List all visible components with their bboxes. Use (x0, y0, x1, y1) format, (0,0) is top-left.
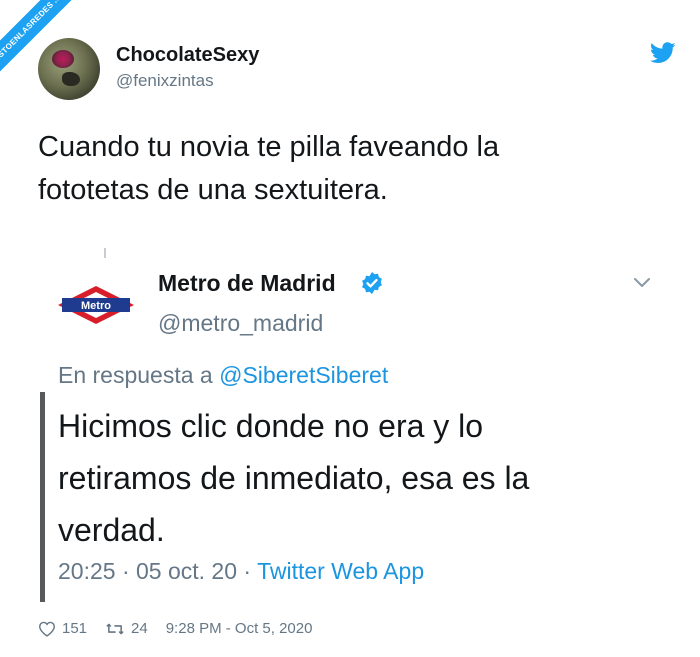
author-display-name[interactable]: ChocolateSexy (116, 44, 259, 67)
avatar[interactable] (38, 38, 100, 100)
twitter-bird-icon[interactable] (650, 42, 676, 64)
reply-context: En respuesta a @SiberetSiberet (58, 362, 388, 389)
embedded-tweet-text: Hicimos clic donde no era y lo retiramos… (58, 408, 530, 548)
chevron-down-icon[interactable] (632, 276, 652, 290)
author-handle[interactable]: @fenixzintas (116, 71, 214, 91)
tweet-footer: 151 24 9:28 PM - Oct 5, 2020 (38, 620, 330, 637)
like-count: 151 (62, 620, 88, 637)
quote-bar (40, 392, 45, 602)
tweet-card: ChocolateSexy @fenixzintas Cuando tu nov… (8, 8, 692, 649)
embedded-display-name[interactable]: Metro de Madrid (158, 270, 336, 297)
tweet-header: ChocolateSexy @fenixzintas (38, 38, 678, 102)
embedded-time-date: 20:25 · 05 oct. 20 · (58, 558, 252, 584)
retweet-count: 24 (131, 620, 148, 637)
timestamp[interactable]: 9:28 PM - Oct 5, 2020 (166, 620, 313, 637)
reply-mention-link[interactable]: @SiberetSiberet (219, 362, 388, 388)
divider-tick (104, 248, 106, 258)
like-stat[interactable]: 151 (38, 620, 87, 637)
timestamp-text[interactable]: 9:28 PM - Oct 5, 2020 (166, 620, 313, 637)
tweet-text: Cuando tu novia te pilla faveando la fot… (38, 131, 500, 206)
avatar-beak (62, 72, 80, 86)
heart-icon[interactable] (38, 621, 56, 637)
reply-prefix: En respuesta a (58, 362, 213, 388)
embedded-handle[interactable]: @metro_madrid (158, 310, 323, 337)
retweet-icon[interactable] (105, 621, 125, 637)
embedded-meta: 20:25 · 05 oct. 20 · Twitter Web App (58, 558, 424, 585)
avatar-eye (52, 50, 74, 68)
verified-check-icon (362, 272, 382, 294)
metro-logo-text: Metro (81, 300, 111, 312)
embedded-tweet-screenshot: Metro Metro de Madrid @metro_madrid En r… (38, 242, 668, 608)
metro-madrid-logo[interactable]: Metro (56, 284, 136, 326)
retweet-stat[interactable]: 24 (105, 620, 148, 637)
embedded-source-link[interactable]: Twitter Web App (257, 558, 424, 584)
